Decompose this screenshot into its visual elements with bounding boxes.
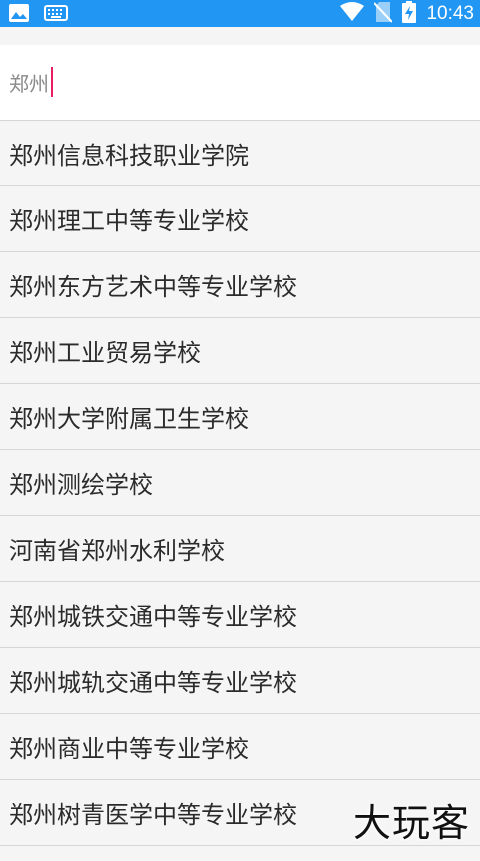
status-bar: 10:43 — [0, 0, 480, 27]
list-item[interactable]: 郑州商业中等专业学校 — [0, 714, 480, 780]
wifi-icon — [340, 1, 365, 26]
list-item[interactable]: 郑州东方艺术中等专业学校 — [0, 252, 480, 318]
list-item[interactable]: 郑州大学附属卫生学校 — [0, 384, 480, 450]
list-item[interactable]: 郑州城铁交通中等专业学校 — [0, 582, 480, 648]
keyboard-icon — [44, 5, 68, 25]
results-list: 郑州信息科技职业学院 郑州理工中等专业学校 郑州东方艺术中等专业学校 郑州工业贸… — [0, 120, 480, 846]
list-item[interactable]: 郑州理工中等专业学校 — [0, 186, 480, 252]
text-caret — [51, 67, 53, 97]
list-item[interactable]: 郑州信息科技职业学院 — [0, 120, 480, 186]
status-time: 10:43 — [426, 2, 474, 24]
watermark: 大玩客 — [352, 801, 470, 845]
list-item[interactable]: 郑州城轨交通中等专业学校 — [0, 648, 480, 714]
list-item[interactable]: 郑州工业贸易学校 — [0, 318, 480, 384]
list-item[interactable]: 河南省郑州水利学校 — [0, 516, 480, 582]
search-box[interactable] — [0, 45, 480, 120]
image-icon — [8, 3, 30, 27]
search-input[interactable] — [9, 67, 449, 97]
list-item[interactable]: 郑州测绘学校 — [0, 450, 480, 516]
no-sim-icon — [373, 1, 394, 27]
battery-charging-icon — [402, 0, 417, 27]
